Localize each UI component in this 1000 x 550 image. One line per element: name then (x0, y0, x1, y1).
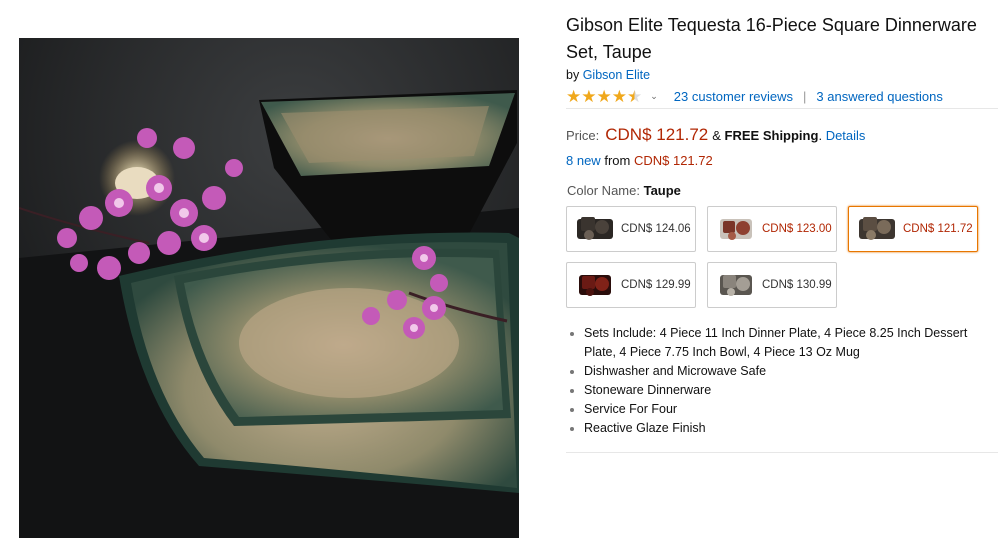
feature-bullet: Stoneware Dinnerware (584, 381, 998, 400)
free-shipping-text: FREE Shipping (724, 128, 819, 143)
star-half-icon: ★ (627, 86, 643, 106)
swatch-price: CDN$ 123.00 (762, 223, 832, 235)
product-info-panel: Gibson Elite Tequesta 16-Piece Square Di… (566, 0, 998, 453)
shipping-amp: & (712, 128, 721, 143)
color-swatch-selected[interactable]: CDN$ 121.72 (848, 206, 978, 252)
swatch-thumbnail (720, 275, 752, 296)
new-offers-from: from (604, 153, 631, 168)
feature-bullet: Reactive Glaze Finish (584, 419, 998, 438)
shipping-period: . (818, 128, 823, 143)
new-offers-price: CDN$ 121.72 (633, 153, 713, 168)
rating-row: ★ ★ ★ ★ ★ ⌄ 23 customer reviews | 3 answ… (566, 86, 998, 109)
color-swatches: CDN$ 124.06 CDN$ 123.00 CDN$ 121.72 CDN$… (566, 206, 998, 308)
price-row: Price: CDN$ 121.72 & FREE Shipping. Deta… (566, 125, 998, 145)
swatch-thumbnail (577, 217, 613, 240)
swatch-price: CDN$ 130.99 (762, 279, 832, 291)
answered-questions-link[interactable]: 3 answered questions (816, 89, 942, 104)
star-rating[interactable]: ★ ★ ★ ★ ★ (566, 88, 642, 105)
color-swatch[interactable]: CDN$ 129.99 (566, 262, 696, 308)
shipping-info: & FREE Shipping. Details (712, 128, 865, 143)
new-offers-link[interactable]: 8 new (566, 153, 601, 168)
shipping-details-link[interactable]: Details (826, 128, 866, 143)
star-full-icon: ★ (566, 86, 582, 106)
feature-bullets: Sets Include: 4 Piece 11 Inch Dinner Pla… (566, 324, 998, 438)
swatch-thumbnail (579, 275, 611, 296)
feature-bullet: Dishwasher and Microwave Safe (584, 362, 998, 381)
color-name-value: Taupe (643, 183, 681, 198)
chevron-down-icon[interactable]: ⌄ (650, 91, 658, 102)
separator: | (803, 88, 807, 104)
star-full-icon: ★ (611, 86, 627, 106)
price-value: CDN$ 121.72 (605, 125, 709, 144)
feature-bullet: Service For Four (584, 400, 998, 419)
product-title: Gibson Elite Tequesta 16-Piece Square Di… (566, 15, 977, 62)
swatch-price: CDN$ 129.99 (621, 279, 691, 291)
color-name-row: Color Name: Taupe (567, 183, 998, 198)
swatch-price: CDN$ 124.06 (621, 223, 691, 235)
divider (566, 452, 998, 453)
brand-link[interactable]: Gibson Elite (583, 68, 650, 82)
byline-prefix: by (566, 68, 580, 82)
color-swatch[interactable]: CDN$ 130.99 (707, 262, 837, 308)
customer-reviews-link[interactable]: 23 customer reviews (674, 89, 793, 104)
price-label: Price: (566, 128, 600, 143)
star-full-icon: ★ (596, 86, 612, 106)
swatch-thumbnail (720, 219, 752, 240)
swatch-thumbnail (859, 217, 895, 240)
byline: by Gibson Elite (566, 68, 998, 82)
feature-bullet: Sets Include: 4 Piece 11 Inch Dinner Pla… (584, 324, 998, 362)
star-full-icon: ★ (581, 86, 597, 106)
new-offers-row: 8 new from CDN$ 121.72 (566, 153, 998, 168)
product-main-image[interactable] (19, 38, 519, 538)
color-swatch[interactable]: CDN$ 124.06 (566, 206, 696, 252)
product-photo (19, 38, 519, 538)
color-name-label: Color Name: (567, 183, 640, 198)
color-swatch[interactable]: CDN$ 123.00 (707, 206, 837, 252)
swatch-price: CDN$ 121.72 (903, 223, 973, 235)
